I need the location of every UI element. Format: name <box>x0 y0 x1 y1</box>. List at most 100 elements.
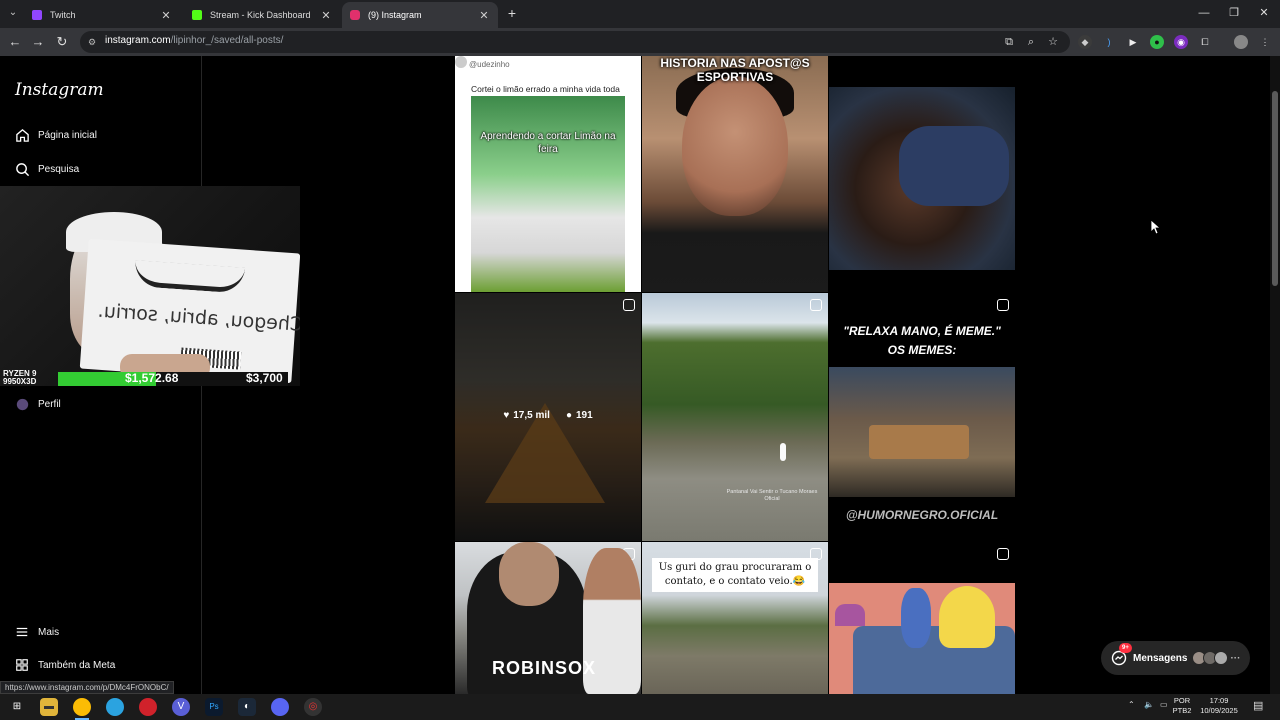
install-app-icon[interactable]: ⧉ <box>1002 35 1016 49</box>
twitch-favicon-icon <box>32 10 42 20</box>
post-tile-hovered[interactable]: ♥ 17,5 mil ● 191 <box>455 293 641 541</box>
post-tile[interactable]: HISTORIA NAS APOST@S ESPORTIVAS <box>642 56 828 292</box>
shield-extension-icon[interactable]: ◆ <box>1078 35 1092 49</box>
nav-more-label: Mais <box>38 626 60 638</box>
zoom-icon[interactable]: ⌕ <box>1024 35 1038 49</box>
post-tile[interactable]: @udezinho Cortei o limão errado a minha … <box>455 56 641 292</box>
person-head <box>499 542 559 606</box>
extensions-puzzle-icon[interactable]: ⧠ <box>1198 35 1212 49</box>
site-info-icon[interactable]: ⚙ <box>88 36 100 48</box>
forward-button[interactable]: → <box>29 33 47 51</box>
face <box>682 76 788 216</box>
page-scrollbar[interactable] <box>1270 56 1280 694</box>
photoshop-icon[interactable]: Ps <box>205 698 223 716</box>
post-tile[interactable]: ROBINSOX <box>455 542 641 694</box>
search-icon <box>14 161 30 177</box>
language-indicator[interactable]: POR PTB2 <box>1168 696 1196 716</box>
post-tile[interactable]: Pantanal Vai Sentir o Tucano Moraes Ofic… <box>642 293 828 541</box>
menu-icon <box>14 624 30 640</box>
restore-button[interactable]: ❐ <box>1222 4 1246 22</box>
steam-icon[interactable]: ◐ <box>238 698 256 716</box>
heron-shape <box>780 443 786 461</box>
messages-button[interactable]: 9+ Mensagens ··· <box>1101 641 1250 675</box>
nav-more[interactable]: Mais <box>14 621 59 643</box>
instagram-favicon-icon <box>350 10 360 20</box>
video-extension-icon[interactable]: ▶ <box>1126 35 1140 49</box>
minimize-button[interactable]: — <box>1192 4 1216 22</box>
amazon-smile-logo <box>133 260 246 294</box>
sound-extension-icon[interactable]: ) <box>1102 35 1116 49</box>
file-explorer-icon[interactable]: ▬ <box>40 698 58 716</box>
purple-extension-icon[interactable]: ◉ <box>1174 35 1188 49</box>
bookmark-star-icon[interactable]: ☆ <box>1046 35 1060 49</box>
lamp-shape <box>835 604 865 626</box>
nav-profile[interactable]: Perfil <box>14 393 61 415</box>
scrollbar-thumb[interactable] <box>1272 91 1278 286</box>
table-shape <box>869 425 969 459</box>
tray-chevron-icon[interactable]: ⌃ <box>1128 700 1135 709</box>
more-dots-icon: ··· <box>1230 652 1241 664</box>
close-tab-icon[interactable]: ✕ <box>160 9 172 22</box>
saved-posts-grid: @udezinho Cortei o limão errado a minha … <box>455 56 1017 694</box>
avatar <box>455 56 467 68</box>
notifications-icon[interactable]: ▤ <box>1253 699 1263 712</box>
nav-also-from-meta[interactable]: Também da Meta <box>14 654 115 676</box>
discord-icon[interactable] <box>271 698 289 716</box>
comments-stat: ● 191 <box>566 410 593 421</box>
recent-avatars <box>1192 651 1229 665</box>
reel-icon <box>997 548 1009 560</box>
volume-icon[interactable]: 🔈 <box>1144 700 1154 709</box>
browser-tab-strip: ⌄ Twitch ✕ Stream - Kick Dashboard ✕ (9)… <box>0 0 1280 28</box>
nav-also-from-meta-label: Também da Meta <box>38 659 116 671</box>
status-url-bubble: https://www.instagram.com/p/DMc4FrONObC/ <box>0 681 174 694</box>
reel-icon <box>623 299 635 311</box>
mouse-cursor-icon <box>1151 220 1161 235</box>
close-tab-icon[interactable]: ✕ <box>320 9 332 22</box>
instagram-logo[interactable]: Instagram <box>15 80 104 100</box>
webcam-overlay: Chegou, abriu, sorriu. <box>0 186 300 386</box>
windows-start-icon[interactable]: ⊞ <box>8 698 26 716</box>
tab-kick-dashboard[interactable]: Stream - Kick Dashboard ✕ <box>184 2 340 28</box>
unread-badge: 9+ <box>1119 643 1132 653</box>
post-tile[interactable]: Us guri do grau procuraram o contato, e … <box>642 542 828 694</box>
edge-icon[interactable] <box>106 698 124 716</box>
tab-instagram[interactable]: (9) Instagram ✕ <box>342 2 498 28</box>
homer-shape <box>939 586 995 648</box>
profile-avatar-icon[interactable] <box>1234 35 1248 49</box>
tweet-caption: Cortei o limão errado a minha vida toda <box>471 84 620 94</box>
address-bar[interactable]: ⚙ instagram.com/lipinhor_/saved/all-post… <box>80 31 1070 53</box>
browser-toolbar: ← → ↻ ⚙ instagram.com/lipinhor_/saved/al… <box>0 28 1280 56</box>
post-tile[interactable]: "RELAXA MANO, É MEME." OS MEMES: @HUMORNE… <box>829 293 1015 541</box>
post-tile[interactable] <box>829 56 1015 292</box>
watermark-text: Pantanal Vai Sentir o Tucano Moraes Ofic… <box>726 489 818 502</box>
green-extension-icon[interactable]: ● <box>1150 35 1164 49</box>
post-headline: HISTORIA NAS APOST@S ESPORTIVAS <box>660 56 810 84</box>
chrome-icon[interactable] <box>73 698 91 716</box>
tab-search-icon[interactable]: ⌄ <box>4 4 22 22</box>
close-tab-icon[interactable]: ✕ <box>478 9 490 22</box>
photo-overlay-text: Aprendendo a cortar Limão na feira <box>480 131 616 155</box>
reel-icon <box>997 299 1009 311</box>
kick-favicon-icon <box>192 10 202 20</box>
back-button[interactable]: ← <box>6 33 24 51</box>
obs-icon[interactable]: ◎ <box>304 698 322 716</box>
vpn-icon[interactable]: V <box>172 698 190 716</box>
new-tab-button[interactable]: + <box>504 5 520 21</box>
more-menu-icon[interactable]: ⋮ <box>1258 35 1272 49</box>
chair-shape <box>899 126 1009 206</box>
tab-twitch[interactable]: Twitch ✕ <box>24 2 180 28</box>
likes-count: 17,5 mil <box>513 410 550 421</box>
tab-title: Twitch <box>50 10 76 20</box>
post-tile[interactable] <box>829 542 1015 694</box>
close-window-button[interactable]: ✕ <box>1252 4 1276 22</box>
cpu-goal-label: RYZEN 9 9950X3D <box>3 369 37 386</box>
network-icon[interactable]: ▭ <box>1160 700 1168 709</box>
nav-home[interactable]: Página inicial <box>14 124 97 146</box>
nav-search[interactable]: Pesquisa <box>14 158 79 180</box>
reload-button[interactable]: ↻ <box>53 33 71 51</box>
nav-home-label: Página inicial <box>38 129 97 141</box>
marge-shape <box>901 588 931 648</box>
opera-icon[interactable] <box>139 698 157 716</box>
donation-goal-bar: RYZEN 9 9950X3D $1,572.68 $3,700 <box>0 370 300 388</box>
clock[interactable]: 17:09 10/09/2025 <box>1198 696 1240 716</box>
